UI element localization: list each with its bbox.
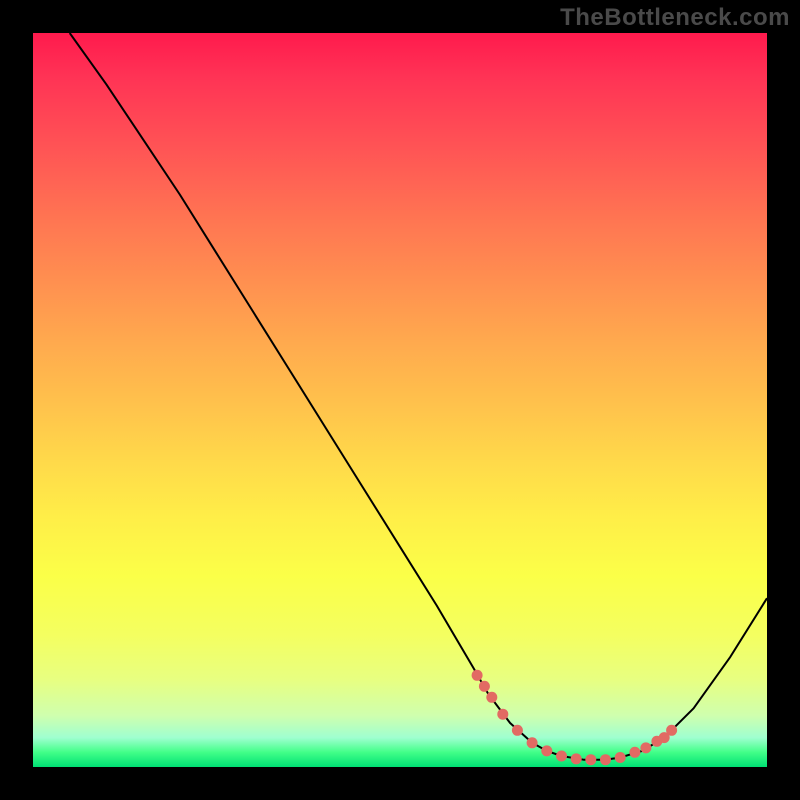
curve-layer [33, 33, 767, 767]
highlight-dot [512, 725, 523, 736]
highlight-dot [666, 725, 677, 736]
highlight-dot [615, 752, 626, 763]
highlight-dot [541, 745, 552, 756]
chart-frame: TheBottleneck.com [0, 0, 800, 800]
highlight-dot [585, 754, 596, 765]
highlight-dot [600, 754, 611, 765]
bottleneck-curve [70, 33, 767, 760]
highlight-dot [472, 670, 483, 681]
highlight-dot [640, 742, 651, 753]
highlight-dot [479, 681, 490, 692]
watermark-text: TheBottleneck.com [560, 4, 790, 32]
highlight-dot [629, 747, 640, 758]
highlight-dots [472, 670, 677, 765]
highlight-dot [486, 692, 497, 703]
highlight-dot [497, 709, 508, 720]
highlight-dot [571, 753, 582, 764]
highlight-dot [556, 751, 567, 762]
highlight-dot [527, 737, 538, 748]
plot-area [33, 33, 767, 767]
